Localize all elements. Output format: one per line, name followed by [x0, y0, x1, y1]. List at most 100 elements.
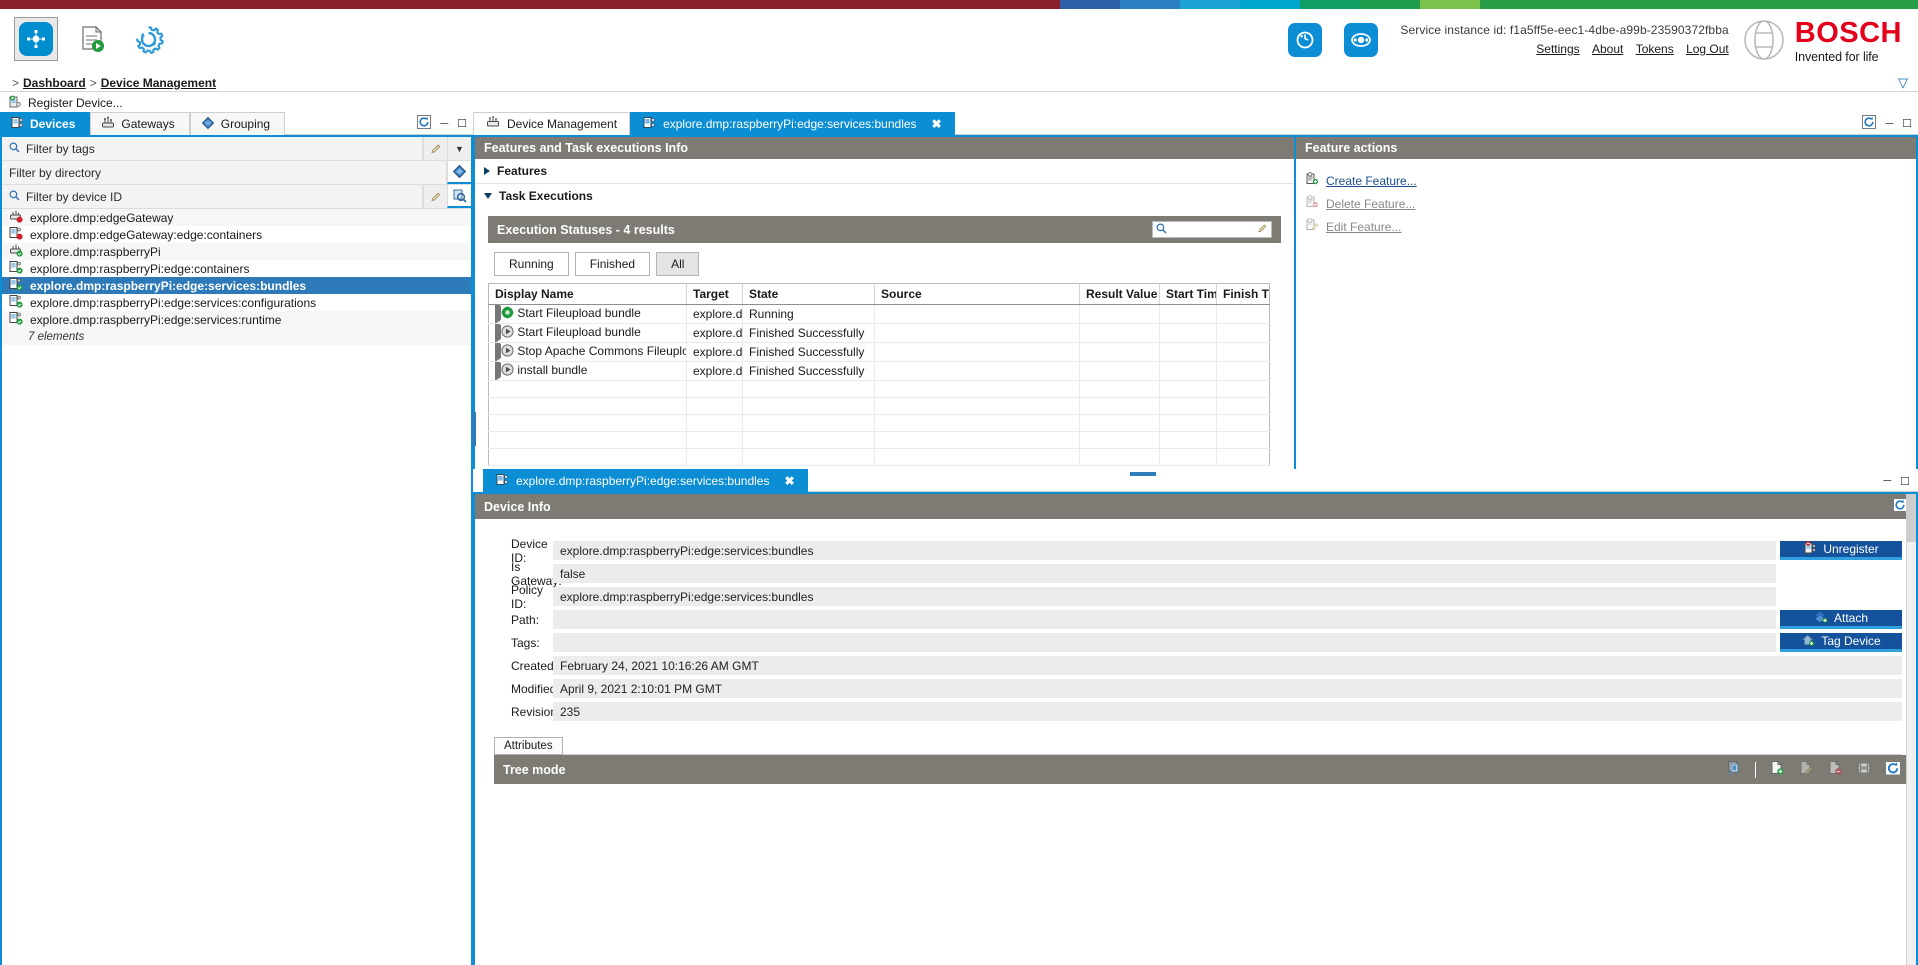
logout-link[interactable]: Log Out: [1686, 42, 1729, 56]
list-item[interactable]: explore.dmp:edgeGateway:edge:containers: [2, 226, 471, 243]
tab-gateways[interactable]: Gateways: [90, 112, 190, 135]
device-management-icon[interactable]: [14, 17, 58, 61]
features-column: Features and Task executions Info Featur…: [472, 137, 1294, 476]
column-display-name[interactable]: Display Name: [488, 283, 687, 305]
column-state[interactable]: State: [742, 283, 875, 305]
settings-gear-icon[interactable]: [126, 17, 170, 61]
breadcrumb-item-dashboard[interactable]: Dashboard: [23, 76, 86, 90]
cell-result-value: [1079, 342, 1160, 362]
cell-result-value: [1079, 304, 1160, 324]
device-info-scrollbar-thumb[interactable]: [1907, 494, 1916, 542]
filter-by-device-id-input[interactable]: Filter by device ID: [2, 185, 423, 208]
maximize-icon[interactable]: ☐: [1900, 475, 1910, 488]
header-right-cluster: Service instance id: f1a5ff5e-eec1-4dbe-…: [1288, 9, 1918, 64]
settings-link[interactable]: Settings: [1536, 42, 1579, 56]
feature-actions-column: Feature actions Create Feature... Delete…: [1294, 137, 1918, 469]
list-item[interactable]: explore.dmp:edgeGateway: [2, 209, 471, 226]
edit-feature-link[interactable]: Edit Feature...: [1326, 220, 1401, 234]
edit-feature-action[interactable]: Edit Feature...: [1296, 215, 1916, 238]
breadcrumb-item-device-management[interactable]: Device Management: [101, 76, 216, 90]
list-item[interactable]: explore.dmp:raspberryPi: [2, 243, 471, 260]
tab-grouping[interactable]: Grouping: [189, 112, 286, 135]
column-result-value[interactable]: Result Value: [1079, 283, 1160, 305]
tab-device-management[interactable]: Device Management: [473, 112, 631, 135]
tab-devices[interactable]: Devices: [0, 112, 91, 135]
column-start-time[interactable]: Start Time: [1159, 283, 1217, 305]
refresh-icon[interactable]: [417, 115, 432, 132]
add-attribute-icon[interactable]: [1769, 760, 1785, 779]
refresh-circle-icon[interactable]: [1288, 23, 1323, 57]
close-icon[interactable]: ✖: [932, 117, 942, 131]
close-icon[interactable]: ✖: [784, 474, 794, 488]
tag-device-label: Tag Device: [1821, 634, 1881, 648]
create-feature-link[interactable]: Create Feature...: [1326, 174, 1417, 188]
tokens-link[interactable]: Tokens: [1636, 42, 1674, 56]
table-row[interactable]: Start Fileupload bundle explore.dm Runni…: [488, 304, 1270, 324]
filter-by-directory-grouping-button[interactable]: [447, 161, 471, 184]
filter-by-directory-input[interactable]: Filter by directory: [2, 161, 447, 184]
cell-state: Finished Successfully: [742, 342, 875, 362]
eye-view-icon[interactable]: [1344, 23, 1379, 57]
refresh-icon[interactable]: [1862, 115, 1877, 132]
filter-finished-button[interactable]: Finished: [574, 252, 651, 276]
delete-feature-link[interactable]: Delete Feature...: [1326, 197, 1415, 211]
save-attribute-icon[interactable]: [1856, 760, 1872, 779]
tab-attributes[interactable]: Attributes: [494, 737, 563, 755]
features-accordion-header[interactable]: Features: [475, 159, 1294, 184]
about-link[interactable]: About: [1592, 42, 1623, 56]
edit-pencil-icon[interactable]: [1257, 223, 1268, 237]
tab-device-info[interactable]: explore.dmp:raspberryPi:edge:services:bu…: [483, 469, 808, 492]
unregister-button[interactable]: Unregister: [1780, 540, 1902, 560]
toolbar-divider: [1755, 761, 1756, 778]
register-device-label[interactable]: Register Device...: [28, 96, 123, 110]
task-executions-accordion-header[interactable]: Task Executions: [475, 184, 1294, 208]
filter-by-device-id-edit-button[interactable]: [423, 185, 447, 208]
filter-by-tags-input[interactable]: Filter by tags: [2, 137, 423, 160]
filter-by-tags-dropdown-button[interactable]: ▼: [447, 137, 471, 160]
column-target[interactable]: Target: [686, 283, 743, 305]
filter-running-button[interactable]: Running: [494, 252, 569, 276]
column-source[interactable]: Source: [874, 283, 1080, 305]
delete-attribute-icon[interactable]: [1827, 760, 1843, 779]
list-item-selected[interactable]: explore.dmp:raspberryPi:edge:services:bu…: [2, 277, 471, 294]
table-row[interactable]: install bundle explore.dm Finished Succe…: [488, 361, 1270, 381]
refresh-icon[interactable]: [1893, 498, 1907, 515]
device-info-title: Device Info: [484, 499, 551, 514]
list-item[interactable]: explore.dmp:raspberryPi:edge:services:co…: [2, 294, 471, 311]
collapse-breadcrumb-icon[interactable]: ▽: [1898, 75, 1908, 91]
task-execution-icon[interactable]: [70, 17, 114, 61]
tab-bundles-device[interactable]: explore.dmp:raspberryPi:edge:services:bu…: [630, 112, 955, 135]
path-value: [553, 610, 1776, 629]
maximize-icon[interactable]: ☐: [457, 117, 467, 130]
minimize-icon[interactable]: ─: [1883, 475, 1891, 488]
column-finish-time[interactable]: Finish Tim: [1216, 283, 1270, 305]
device-offline-icon: [9, 226, 23, 243]
finished-gray-icon: [501, 363, 514, 379]
edit-attribute-icon[interactable]: [1798, 760, 1814, 779]
bosch-tagline: Invented for life: [1794, 50, 1879, 64]
table-row-empty: [488, 431, 1270, 449]
table-row[interactable]: Start Fileupload bundle explore.dm Finis…: [488, 323, 1270, 343]
attach-button[interactable]: Attach: [1780, 610, 1902, 629]
panel-splitter-handle[interactable]: [472, 412, 476, 446]
delete-feature-action[interactable]: Delete Feature...: [1296, 192, 1916, 215]
device-info-scrollbar[interactable]: ▼: [1906, 494, 1916, 965]
create-feature-action[interactable]: Create Feature...: [1296, 169, 1916, 192]
list-item[interactable]: explore.dmp:raspberryPi:edge:services:ru…: [2, 311, 471, 328]
filter-all-button[interactable]: All: [656, 252, 700, 276]
execution-statuses-table: Display Name Target State Source Result …: [488, 283, 1270, 466]
filter-by-tags-edit-button[interactable]: [423, 137, 447, 160]
list-item[interactable]: explore.dmp:raspberryPi:edge:containers: [2, 260, 471, 277]
toggle-tree-view-icon[interactable]: [1726, 760, 1742, 779]
minimize-icon[interactable]: ─: [1885, 118, 1893, 130]
search-device-button[interactable]: [447, 185, 471, 208]
tag-device-button[interactable]: Tag Device: [1780, 633, 1902, 652]
execution-search-input[interactable]: [1152, 221, 1272, 238]
refresh-attribute-icon[interactable]: [1885, 760, 1901, 779]
header-links: Settings About Tokens Log Out: [1400, 42, 1728, 56]
table-row[interactable]: Stop Apache Commons Fileupload l explore…: [488, 342, 1270, 362]
maximize-icon[interactable]: ☐: [1902, 117, 1912, 130]
minimize-icon[interactable]: ─: [440, 118, 448, 130]
device-list: explore.dmp:edgeGateway explore.dmp:edge…: [2, 209, 471, 345]
breadcrumb-separator-0: >: [12, 75, 20, 90]
